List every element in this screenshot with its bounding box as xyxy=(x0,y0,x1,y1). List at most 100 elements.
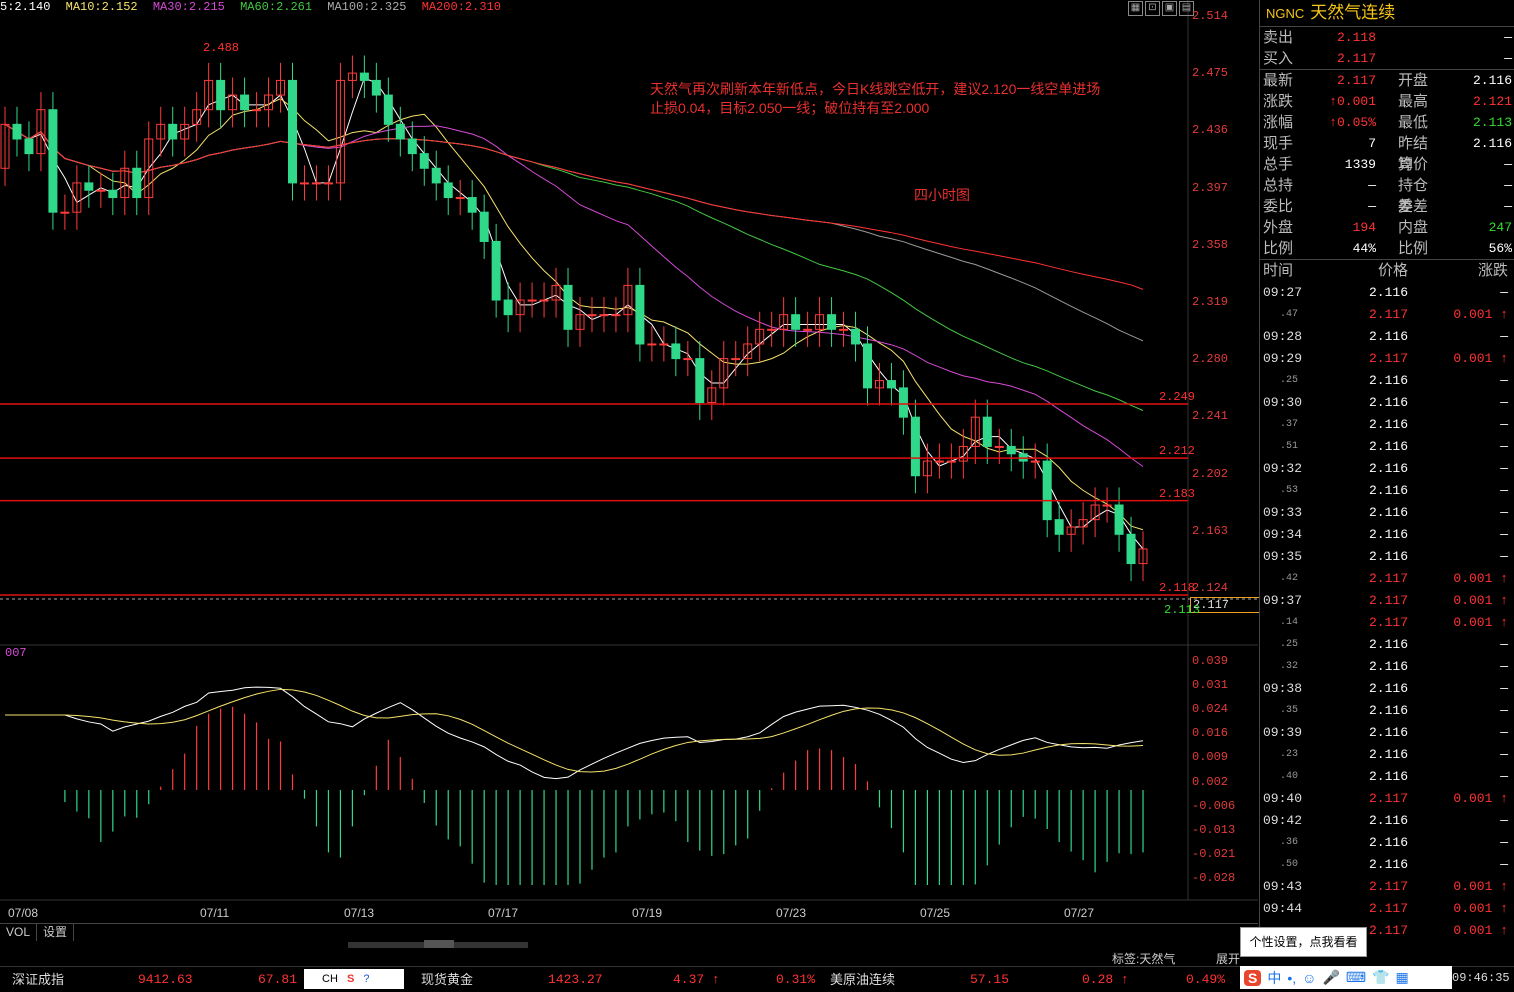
candle-body xyxy=(563,284,573,330)
quote-key: 买入 xyxy=(1263,50,1294,67)
tick-row[interactable]: .51 2.116 — xyxy=(1260,436,1514,458)
tick-change: — xyxy=(1500,857,1508,872)
ma10-label: MA10:2.152 xyxy=(65,0,138,14)
tick-row[interactable]: 09:38 2.116 — xyxy=(1260,678,1514,700)
index3-name[interactable]: 美原油连续 xyxy=(830,967,895,992)
tick-price: 2.116 xyxy=(1368,373,1408,388)
tick-price: 2.116 xyxy=(1368,285,1408,300)
tick-row[interactable]: 09:29 2.117 0.001 ↑ xyxy=(1260,348,1514,370)
tick-row[interactable]: .14 2.117 0.001 ↑ xyxy=(1260,612,1514,634)
candle-body xyxy=(359,72,369,81)
image-icon[interactable]: ▣ xyxy=(1162,1,1177,16)
tick-row[interactable]: .36 2.116 — xyxy=(1260,832,1514,854)
sogou-logo-icon[interactable]: S xyxy=(1244,969,1262,986)
quote-value2: — xyxy=(1504,178,1512,193)
expand-button[interactable]: 展开 xyxy=(1216,950,1240,967)
tick-list[interactable]: 09:27 2.116— .47 2.117 0.001 ↑ 09:28 2.116—09:… xyxy=(1260,282,1514,942)
tick-row[interactable]: 09:42 2.116 — xyxy=(1260,810,1514,832)
help-icon[interactable]: ? xyxy=(357,973,369,985)
quote-key: 委比 xyxy=(1263,198,1294,215)
ma100-label: MA100:2.325 xyxy=(327,0,407,14)
tick-time: 09:38 xyxy=(1263,681,1303,696)
tick-row[interactable]: .40 2.116 — xyxy=(1260,766,1514,788)
tick-row[interactable]: 09:28 2.116 — xyxy=(1260,326,1514,348)
tick-change: — xyxy=(1500,703,1508,718)
ime-mode-label[interactable]: 中 xyxy=(1267,968,1281,988)
keyboard-icon[interactable]: ⌨ xyxy=(1346,969,1366,986)
tick-row[interactable]: 09:44 2.117 0.001 ↑ xyxy=(1260,898,1514,920)
tick-row[interactable]: .53 2.116 — xyxy=(1260,480,1514,502)
tick-time: 09:30 xyxy=(1263,395,1303,410)
tick-change: — xyxy=(1500,329,1508,344)
tick-row[interactable]: 09:43 2.117 0.001 ↑ xyxy=(1260,876,1514,898)
quote-key2: 内盘 xyxy=(1398,219,1429,236)
tick-row[interactable]: 09:39 2.116 — xyxy=(1260,722,1514,744)
tab-vol[interactable]: VOL xyxy=(0,924,38,941)
candle-body xyxy=(1102,504,1112,507)
tab-settings[interactable]: 设置 xyxy=(37,924,75,941)
tick-row[interactable]: .23 2.116 — xyxy=(1260,744,1514,766)
index3-pct: 0.49% xyxy=(1186,972,1226,987)
candle-body xyxy=(60,211,70,214)
layout-icon[interactable]: ▦ xyxy=(1128,1,1143,16)
punctuation-icon[interactable]: •, xyxy=(1287,970,1296,986)
price-tick: 2.475 xyxy=(1192,66,1229,81)
candlestick-chart[interactable] xyxy=(0,0,1258,920)
quote-key: 最新 xyxy=(1263,72,1294,89)
tick-row[interactable]: 09:32 2.116 — xyxy=(1260,458,1514,480)
index1-name[interactable]: 深证成指 xyxy=(12,967,64,992)
tick-time: 09:28 xyxy=(1263,329,1303,344)
skin-icon[interactable]: 👕 xyxy=(1372,969,1389,986)
tick-row[interactable]: 09:33 2.116 — xyxy=(1260,502,1514,524)
quote-row: 总持 — 持仓差 — xyxy=(1260,175,1514,215)
tick-time: .42 xyxy=(1280,573,1299,584)
tick-row[interactable]: 09:35 2.116 — xyxy=(1260,546,1514,568)
macd-dif-line xyxy=(5,686,1144,780)
quote-key2: 开盘 xyxy=(1398,72,1429,89)
settings-tooltip[interactable]: 个性设置，点我看看 xyxy=(1240,927,1367,957)
ime-toolbar-left: CH S ? xyxy=(304,969,404,989)
macd-tick: -0.006 xyxy=(1192,798,1236,813)
candle-body xyxy=(240,94,250,111)
tick-row[interactable]: 09:30 2.116 — xyxy=(1260,392,1514,414)
toolbox-icon[interactable]: ▦ xyxy=(1396,969,1409,986)
tick-row[interactable]: .50 2.116 — xyxy=(1260,854,1514,876)
tick-row[interactable]: .32 2.116 — xyxy=(1260,656,1514,678)
tick-row[interactable]: 09:37 2.117 0.001 ↑ xyxy=(1260,590,1514,612)
candle-body xyxy=(886,380,896,389)
quote-value: ↑0.001 xyxy=(1329,94,1376,109)
quote-row: 委比 — 委差 — xyxy=(1260,196,1514,217)
tick-change: 0.001 ↑ xyxy=(1453,879,1508,894)
quote-value2: 56% xyxy=(1488,241,1512,256)
tick-row[interactable]: .25 2.116 — xyxy=(1260,370,1514,392)
index2-name[interactable]: 现货黄金 xyxy=(421,967,473,992)
tick-row[interactable]: 09:27 2.116 — xyxy=(1260,282,1514,304)
quote-key2: 比例 xyxy=(1398,240,1429,257)
date-tick: 07/11 xyxy=(200,906,230,920)
tick-row[interactable]: 09:40 2.117 0.001 ↑ xyxy=(1260,788,1514,810)
candle-body xyxy=(24,138,34,155)
quote-value2: — xyxy=(1504,30,1512,45)
tick-row[interactable]: .35 2.116 — xyxy=(1260,700,1514,722)
tick-row[interactable]: .25 2.116 — xyxy=(1260,634,1514,656)
fit-icon[interactable]: ⊡ xyxy=(1145,1,1160,16)
mic-icon[interactable]: 🎤 xyxy=(1322,969,1339,986)
ch-label[interactable]: CH xyxy=(304,973,338,985)
emoji-icon[interactable]: ☺ xyxy=(1302,970,1316,986)
candle-body xyxy=(503,299,513,316)
price-tick: 2.397 xyxy=(1192,180,1229,195)
tick-price: 2.117 xyxy=(1368,901,1408,916)
candle-body xyxy=(1126,533,1136,565)
index2-change: 4.37 ↑ xyxy=(673,972,720,987)
candle-body xyxy=(803,328,813,331)
tick-time: .25 xyxy=(1280,375,1299,386)
scroll-thumb[interactable] xyxy=(424,940,454,948)
candle-body xyxy=(898,387,908,418)
candle-body xyxy=(659,343,669,346)
tick-row[interactable]: .37 2.116 — xyxy=(1260,414,1514,436)
tick-row[interactable]: .42 2.117 0.001 ↑ xyxy=(1260,568,1514,590)
sogou-icon[interactable]: S xyxy=(341,973,354,985)
tick-row[interactable]: 09:34 2.116 — xyxy=(1260,524,1514,546)
tick-row[interactable]: .47 2.117 0.001 ↑ xyxy=(1260,304,1514,326)
high-price-label: 2.488 xyxy=(203,41,240,55)
